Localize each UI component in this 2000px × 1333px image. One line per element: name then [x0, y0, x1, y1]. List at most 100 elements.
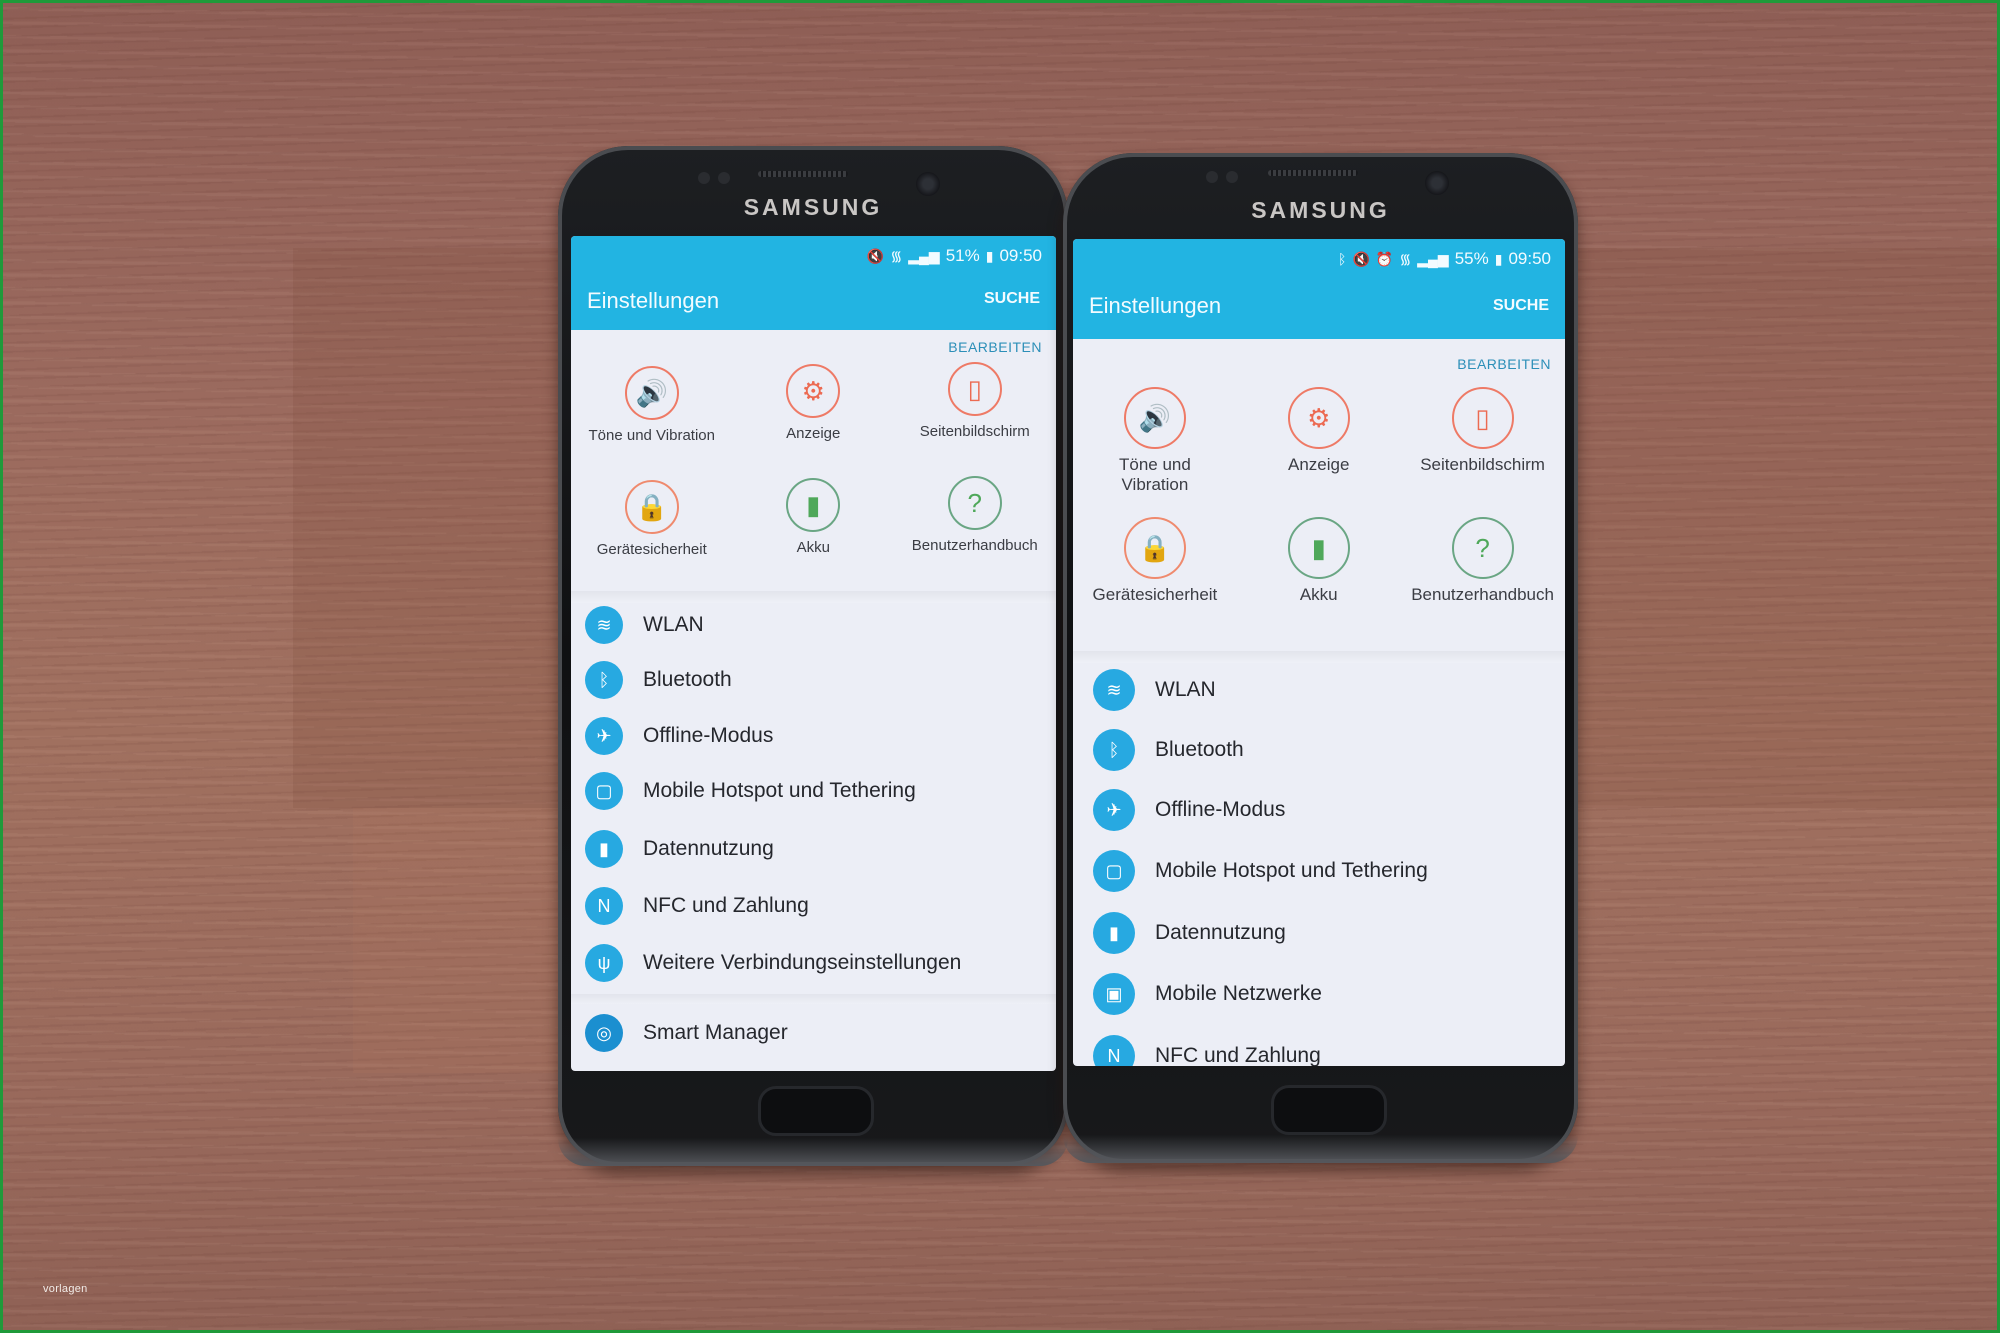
edit-button[interactable]: BEARBEITEN [948, 339, 1042, 355]
settings-item-hotspot[interactable]: ▢ Mobile Hotspot und Tethering [1093, 850, 1565, 892]
settings-item-offline-mode[interactable]: ✈ Offline-Modus [1093, 789, 1565, 831]
tile-sounds-vibration[interactable]: 🔊 Töne und Vibration [571, 366, 733, 445]
settings-item-label: Mobile Hotspot und Tethering [1155, 859, 1428, 882]
tile-label: Töne und Vibration [588, 427, 715, 444]
battery-percent: 51% [945, 246, 980, 265]
smart-manager-icon: ◎ [585, 1014, 623, 1052]
display-icon: ⚙ [786, 364, 841, 418]
nfc-icon: N [585, 887, 623, 925]
help-book-icon: ? [1451, 517, 1514, 579]
section-divider [571, 994, 1056, 1004]
settings-item-bluetooth[interactable]: ᛒ Bluetooth [585, 661, 1056, 699]
page-title: Einstellungen [1089, 293, 1222, 318]
settings-item-nfc[interactable]: N NFC und Zahlung [585, 887, 1056, 925]
screen: ᛒ 🔇 ⏰ ᯾ ▂▄▆ 55% ▮ 09:50 Einstellungen SU… [1073, 239, 1565, 1066]
edge-screen-icon: ▯ [1451, 387, 1514, 449]
mute-icon: 🔇 [1352, 250, 1370, 267]
tile-user-manual[interactable]: ? Benutzerhandbuch [894, 476, 1056, 555]
settings-item-label: WLAN [643, 613, 704, 636]
tile-display[interactable]: ⚙ Anzeige [733, 364, 895, 443]
settings-item-label: Smart Manager [643, 1021, 788, 1044]
hotspot-icon: ▢ [1093, 850, 1135, 892]
status-bar: 🔇 ᯾ ▂▄▆ 51% ▮ 09:50 [571, 236, 1056, 276]
mobile-networks-icon: ▣ [1093, 973, 1135, 1015]
tile-sounds-vibration[interactable]: 🔊 Töne und Vibration [1073, 387, 1237, 495]
bluetooth-icon: ᛒ [1338, 251, 1347, 267]
settings-item-bluetooth[interactable]: ᛒ Bluetooth [1093, 729, 1565, 771]
tile-label: Benutzerhandbuch [911, 537, 1038, 554]
speaker-icon: 🔊 [1123, 387, 1186, 449]
tile-edge-screen[interactable]: ▯ Seitenbildschirm [1401, 387, 1565, 474]
bluetooth-icon: ᛒ [585, 661, 623, 699]
lock-icon: 🔒 [624, 480, 679, 534]
settings-item-data-usage[interactable]: ▮ Datennutzung [585, 830, 1056, 868]
proximity-sensor [1206, 171, 1218, 183]
settings-item-smart-manager[interactable]: ◎ Smart Manager [585, 1014, 1056, 1052]
proximity-sensor [1226, 171, 1238, 183]
settings-item-wlan[interactable]: ≋ WLAN [585, 606, 1056, 644]
quick-settings-grid: 🔊 Töne und Vibration ⚙ Anzeige ▯ Seitenb… [1073, 387, 1565, 627]
settings-item-offline-mode[interactable]: ✈ Offline-Modus [585, 717, 1056, 755]
search-button[interactable]: SUCHE [984, 290, 1040, 308]
signal-icon: ▂▄▆ [908, 247, 940, 264]
tile-display[interactable]: ⚙ Anzeige [1237, 387, 1401, 474]
section-divider [1073, 651, 1565, 663]
tile-battery[interactable]: ▮ Akku [733, 478, 895, 557]
settings-item-label: Offline-Modus [1155, 798, 1286, 821]
settings-item-label: Bluetooth [1155, 738, 1244, 761]
tile-label: Akku [796, 539, 830, 556]
status-bar: ᛒ 🔇 ⏰ ᯾ ▂▄▆ 55% ▮ 09:50 [1073, 239, 1565, 279]
home-button[interactable] [1271, 1085, 1387, 1135]
settings-item-hotspot[interactable]: ▢ Mobile Hotspot und Tethering [585, 772, 1056, 810]
settings-item-more-connections[interactable]: ψ Weitere Verbindungseinstellungen [585, 944, 1056, 982]
battery-icon: ▮ [1494, 250, 1503, 267]
mute-icon: 🔇 [866, 247, 885, 264]
app-bar: Einstellungen SUCHE [571, 276, 1056, 330]
home-button[interactable] [758, 1086, 874, 1136]
phone-left: SAMSUNG 🔇 ᯾ ▂▄▆ 51% ▮ 09:50 Einstellunge… [558, 146, 1068, 1166]
tile-label: Seitenbildschirm [919, 423, 1030, 440]
settings-item-label: Weitere Verbindungseinstellungen [643, 951, 962, 974]
screen: 🔇 ᯾ ▂▄▆ 51% ▮ 09:50 Einstellungen SUCHE … [571, 236, 1056, 1071]
data-usage-icon: ▮ [585, 830, 623, 868]
tile-device-security[interactable]: 🔒 Gerätesicherheit [1073, 517, 1237, 604]
clock: 09:50 [1508, 249, 1551, 268]
edit-button[interactable]: BEARBEITEN [1457, 356, 1551, 372]
tile-label: Gerätesicherheit [596, 541, 707, 558]
settings-item-label: Mobile Hotspot und Tethering [643, 779, 916, 802]
tile-device-security[interactable]: 🔒 Gerätesicherheit [571, 480, 733, 559]
tile-label: Akku [1299, 585, 1338, 604]
settings-item-data-usage[interactable]: ▮ Datennutzung [1093, 912, 1565, 954]
page-title: Einstellungen [587, 288, 720, 313]
phone-frame-rim [1063, 1135, 1578, 1163]
battery-icon: ▮ [1287, 517, 1350, 579]
quick-settings-grid: 🔊 Töne und Vibration ⚙ Anzeige ▯ Seitenb… [571, 362, 1056, 566]
settings-item-label: NFC und Zahlung [1155, 1044, 1321, 1066]
lock-icon: 🔒 [1123, 517, 1186, 579]
settings-item-wlan[interactable]: ≋ WLAN [1093, 669, 1565, 711]
alarm-icon: ⏰ [1375, 250, 1394, 267]
brand-logo: SAMSUNG [743, 194, 883, 220]
app-bar: Einstellungen SUCHE [1073, 279, 1565, 339]
settings-item-label: Offline-Modus [643, 724, 774, 747]
tile-label: Seitenbildschirm [1420, 455, 1545, 474]
phone-right: SAMSUNG ᛒ 🔇 ⏰ ᯾ ▂▄▆ 55% ▮ 09:50 Einstell… [1063, 153, 1578, 1163]
settings-item-label: Datennutzung [1155, 921, 1286, 944]
tile-label: Töne und Vibration [1118, 455, 1191, 494]
tile-edge-screen[interactable]: ▯ Seitenbildschirm [894, 362, 1056, 441]
wifi-icon: ᯾ [1399, 250, 1412, 267]
battery-icon: ▮ [786, 478, 841, 532]
settings-item-nfc[interactable]: N NFC und Zahlung [1093, 1035, 1565, 1066]
tile-battery[interactable]: ▮ Akku [1237, 517, 1401, 604]
settings-item-mobile-networks[interactable]: ▣ Mobile Netzwerke [1093, 973, 1565, 1015]
wifi-icon: ᯾ [890, 247, 903, 264]
phone-frame-rim [558, 1138, 1068, 1166]
tile-label: Gerätesicherheit [1092, 585, 1218, 604]
watermark: vorlagen [43, 1283, 88, 1295]
tile-user-manual[interactable]: ? Benutzerhandbuch [1401, 517, 1565, 605]
proximity-sensor [698, 172, 710, 184]
battery-icon: ▮ [985, 247, 994, 264]
wifi-icon: ≋ [585, 606, 623, 644]
earpiece-speaker [758, 171, 848, 177]
search-button[interactable]: SUCHE [1493, 297, 1549, 315]
